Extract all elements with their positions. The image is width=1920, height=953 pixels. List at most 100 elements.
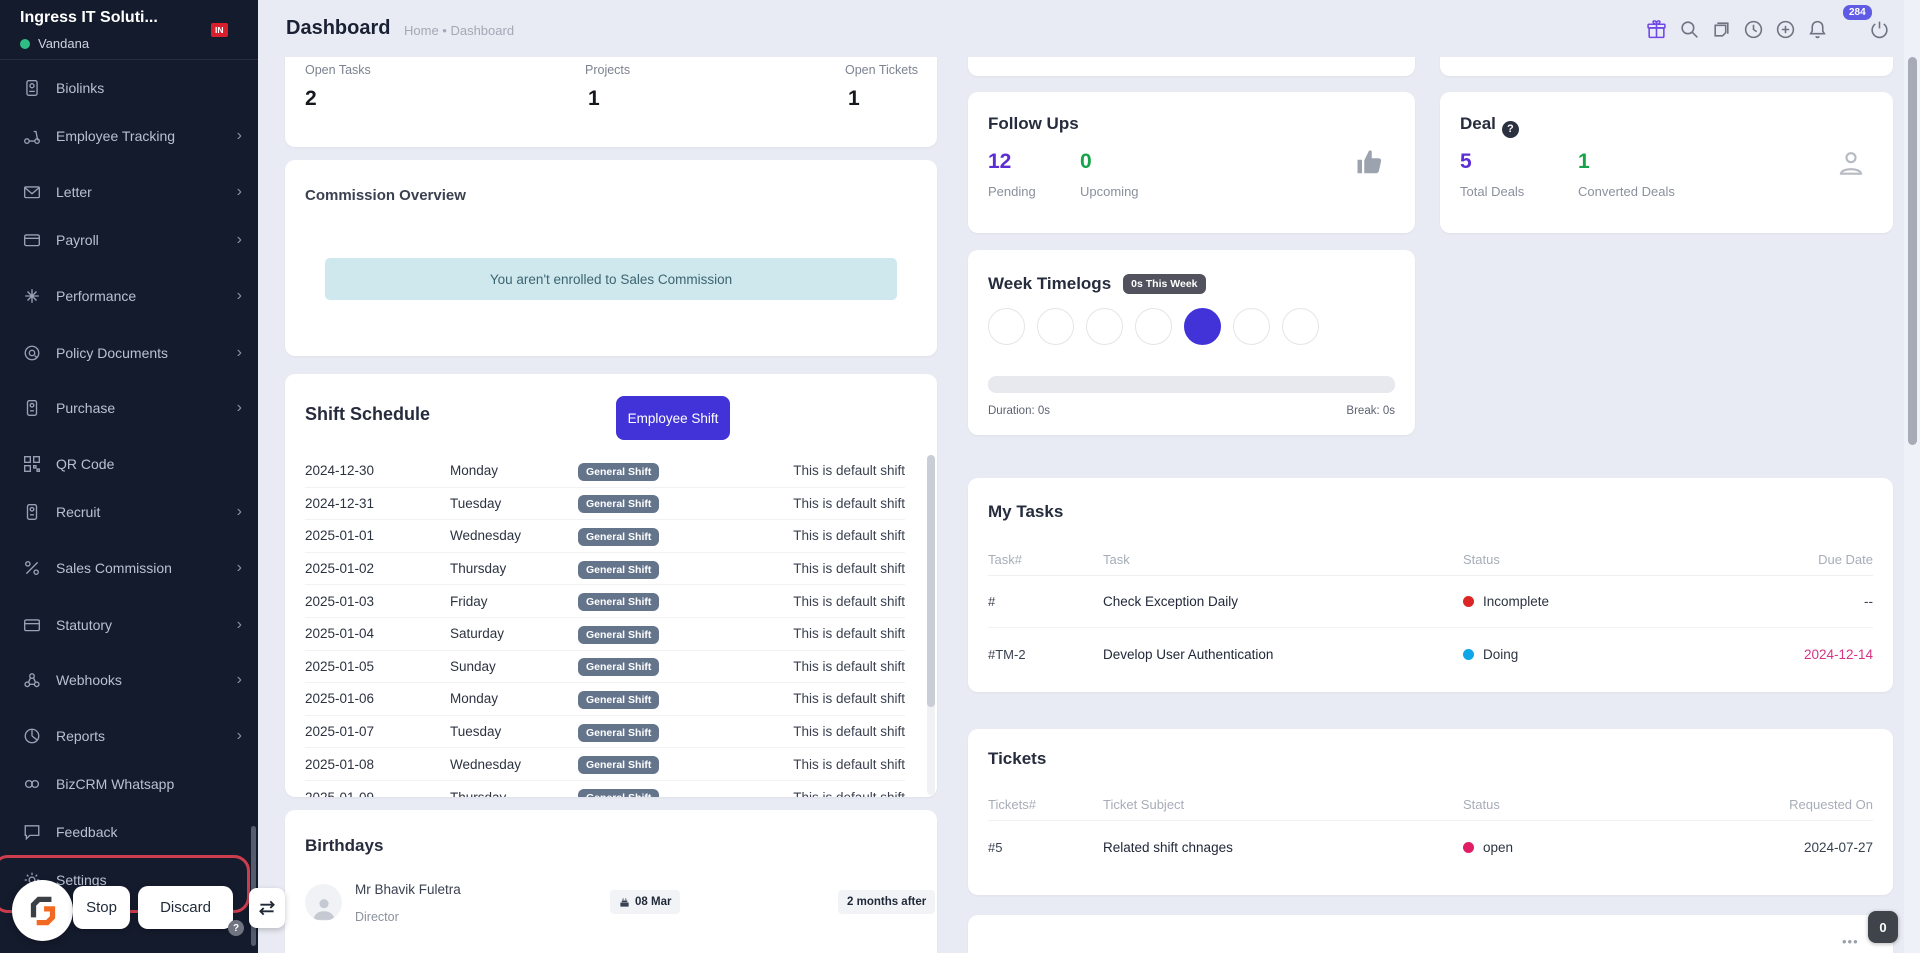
page-scrollbar[interactable] (1904, 0, 1920, 953)
swap-button[interactable] (249, 888, 285, 928)
shift-type-badge: General Shift (578, 789, 660, 797)
task-row[interactable]: #TM-2 Develop User Authentication Doing … (988, 628, 1873, 680)
follow-ups-card: Follow Ups 12 Pending 0 Upcoming (968, 92, 1415, 233)
chevron-right-icon: › (236, 231, 242, 248)
sidebar-item-label: Performance (56, 288, 137, 304)
sidebar-scrollbar[interactable] (251, 826, 256, 946)
shift-table-row: 2025-01-02 Thursday General Shift This i… (305, 553, 905, 586)
sidebar-item-qr-code[interactable]: QR Code (0, 449, 258, 479)
shift-date: 2024-12-30 (305, 463, 375, 479)
sidebar-item-payroll[interactable]: Payroll › (0, 225, 258, 255)
col-header: Due Date (1818, 552, 1873, 567)
chevron-right-icon: › (236, 727, 242, 744)
task-id: # (988, 594, 996, 609)
sidebar-item-letter[interactable]: Letter › (0, 177, 258, 207)
tickets-title: Tickets (988, 749, 1047, 768)
shift-type-badge: General Shift (578, 593, 660, 612)
wallet-icon (23, 231, 41, 249)
stats-card: Open Tasks 2 Projects 1 Open Tickets 1 (285, 57, 937, 147)
weekday-button[interactable] (1086, 308, 1123, 345)
shift-type-badge: General Shift (578, 495, 660, 514)
shift-table-scrollthumb[interactable] (927, 455, 935, 707)
sidebar-item-performance[interactable]: Performance › (0, 281, 258, 311)
shift-table-row: 2025-01-03 Friday General Shift This is … (305, 585, 905, 618)
shift-table-row: 2025-01-04 Saturday General Shift This i… (305, 618, 905, 651)
sidebar-item-policy-documents[interactable]: Policy Documents › (0, 338, 258, 368)
weekday-button[interactable] (1184, 308, 1221, 345)
sidebar-item-label: BizCRM Whatsapp (56, 776, 175, 792)
chevron-right-icon: › (236, 503, 242, 520)
weekday-button[interactable] (1282, 308, 1319, 345)
follow-ups-title: Follow Ups (988, 114, 1079, 133)
sidebar-item-webhooks[interactable]: Webhooks › (0, 665, 258, 695)
status-dot (1463, 596, 1474, 607)
sidebar-item-statutory[interactable]: Statutory › (0, 610, 258, 640)
sidebar-item-reports[interactable]: Reports › (0, 721, 258, 751)
sidebar: Ingress IT Soluti... IN Vandana Biolinks… (0, 0, 258, 953)
shift-note: This is default shift (793, 724, 905, 740)
gift-icon[interactable] (1646, 19, 1667, 40)
weekday-button[interactable] (1037, 308, 1074, 345)
sidebar-item-recruit[interactable]: Recruit › (0, 497, 258, 527)
sidebar-item-feedback[interactable]: Feedback (0, 817, 258, 847)
sidebar-item-sales-commission[interactable]: Sales Commission › (0, 553, 258, 583)
org-name[interactable]: Ingress IT Soluti... (20, 9, 200, 27)
weekday-button[interactable] (1135, 308, 1172, 345)
person-icon (1835, 147, 1867, 179)
shift-day: Wednesday (450, 756, 522, 772)
sidebar-item-label: Sales Commission (56, 560, 172, 576)
week-timelogs-title: Week Timelogs (988, 274, 1112, 293)
shift-date: 2025-01-01 (305, 528, 375, 544)
badge-id-icon (23, 399, 41, 417)
question-icon[interactable]: ? (1501, 120, 1519, 138)
due-date: 2024-12-14 (1803, 646, 1873, 662)
pending-count: 12 (988, 150, 1012, 173)
deal-title-text: Deal (1460, 114, 1496, 133)
chat-widget-badge[interactable]: 0 (1868, 911, 1898, 943)
birthdays-title: Birthdays (305, 836, 384, 855)
help-icon[interactable]: ? (228, 920, 244, 936)
shift-note: This is default shift (793, 561, 905, 577)
shift-day: Tuesday (450, 495, 502, 511)
shift-table-row: 2025-01-08 Wednesday General Shift This … (305, 748, 905, 781)
duration-text: Duration: 0s (988, 405, 1051, 417)
employee-shift-button[interactable]: Employee Shift (616, 396, 730, 440)
my-tasks-card: My Tasks Task# Task Status Due Date # Ch… (968, 478, 1893, 692)
sidebar-item-employee-tracking[interactable]: Employee Tracking › (0, 121, 258, 151)
cake-icon (619, 897, 630, 908)
power-icon[interactable] (1869, 19, 1890, 40)
brand-logo-icon (24, 892, 62, 930)
swap-arrows-icon (256, 897, 278, 919)
weekday-button[interactable] (988, 308, 1025, 345)
status-label: Doing (1483, 646, 1519, 662)
sidebar-item-biolinks[interactable]: Biolinks (0, 73, 258, 103)
weekday-button[interactable] (1233, 308, 1270, 345)
notes-icon[interactable] (1711, 19, 1732, 40)
chevron-right-icon: › (236, 183, 242, 200)
my-tasks-rows: # Check Exception Daily Incomplete -- #T… (988, 576, 1873, 680)
week-timelogs-card: Week Timelogs 0s This Week Duration: 0s … (968, 250, 1415, 435)
search-icon[interactable] (1679, 19, 1700, 40)
col-header: Tickets# (988, 797, 1036, 812)
task-row[interactable]: # Check Exception Daily Incomplete -- (988, 576, 1873, 628)
sidebar-item-label: Payroll (56, 232, 99, 248)
task-name: Check Exception Daily (1103, 594, 1239, 609)
shift-table-scrollbar[interactable] (927, 455, 935, 795)
notifications-bell-icon[interactable] (1807, 19, 1828, 40)
discard-button[interactable]: Discard (138, 886, 233, 929)
sidebar-item-purchase[interactable]: Purchase › (0, 393, 258, 423)
ticket-id: #5 (988, 839, 1003, 855)
shift-note: This is default shift (793, 658, 905, 674)
extension-logo[interactable] (12, 880, 73, 941)
sidebar-item-label: QR Code (56, 456, 115, 472)
timelog-progress-bar (988, 376, 1395, 393)
sidebar-item-bizcrm-whatsapp[interactable]: BizCRM Whatsapp (0, 769, 258, 799)
total-deals-count: 5 (1460, 150, 1472, 173)
add-icon[interactable] (1775, 19, 1796, 40)
ticket-row[interactable]: #5 Related shift chnages open 2024-07-27 (988, 821, 1873, 873)
stop-button[interactable]: Stop (73, 886, 130, 929)
page-scrollthumb[interactable] (1908, 57, 1917, 445)
sidebar-item-label: Reports (56, 728, 106, 744)
breadcrumb[interactable]: Home • Dashboard (404, 23, 514, 38)
clock-icon[interactable] (1743, 19, 1764, 40)
